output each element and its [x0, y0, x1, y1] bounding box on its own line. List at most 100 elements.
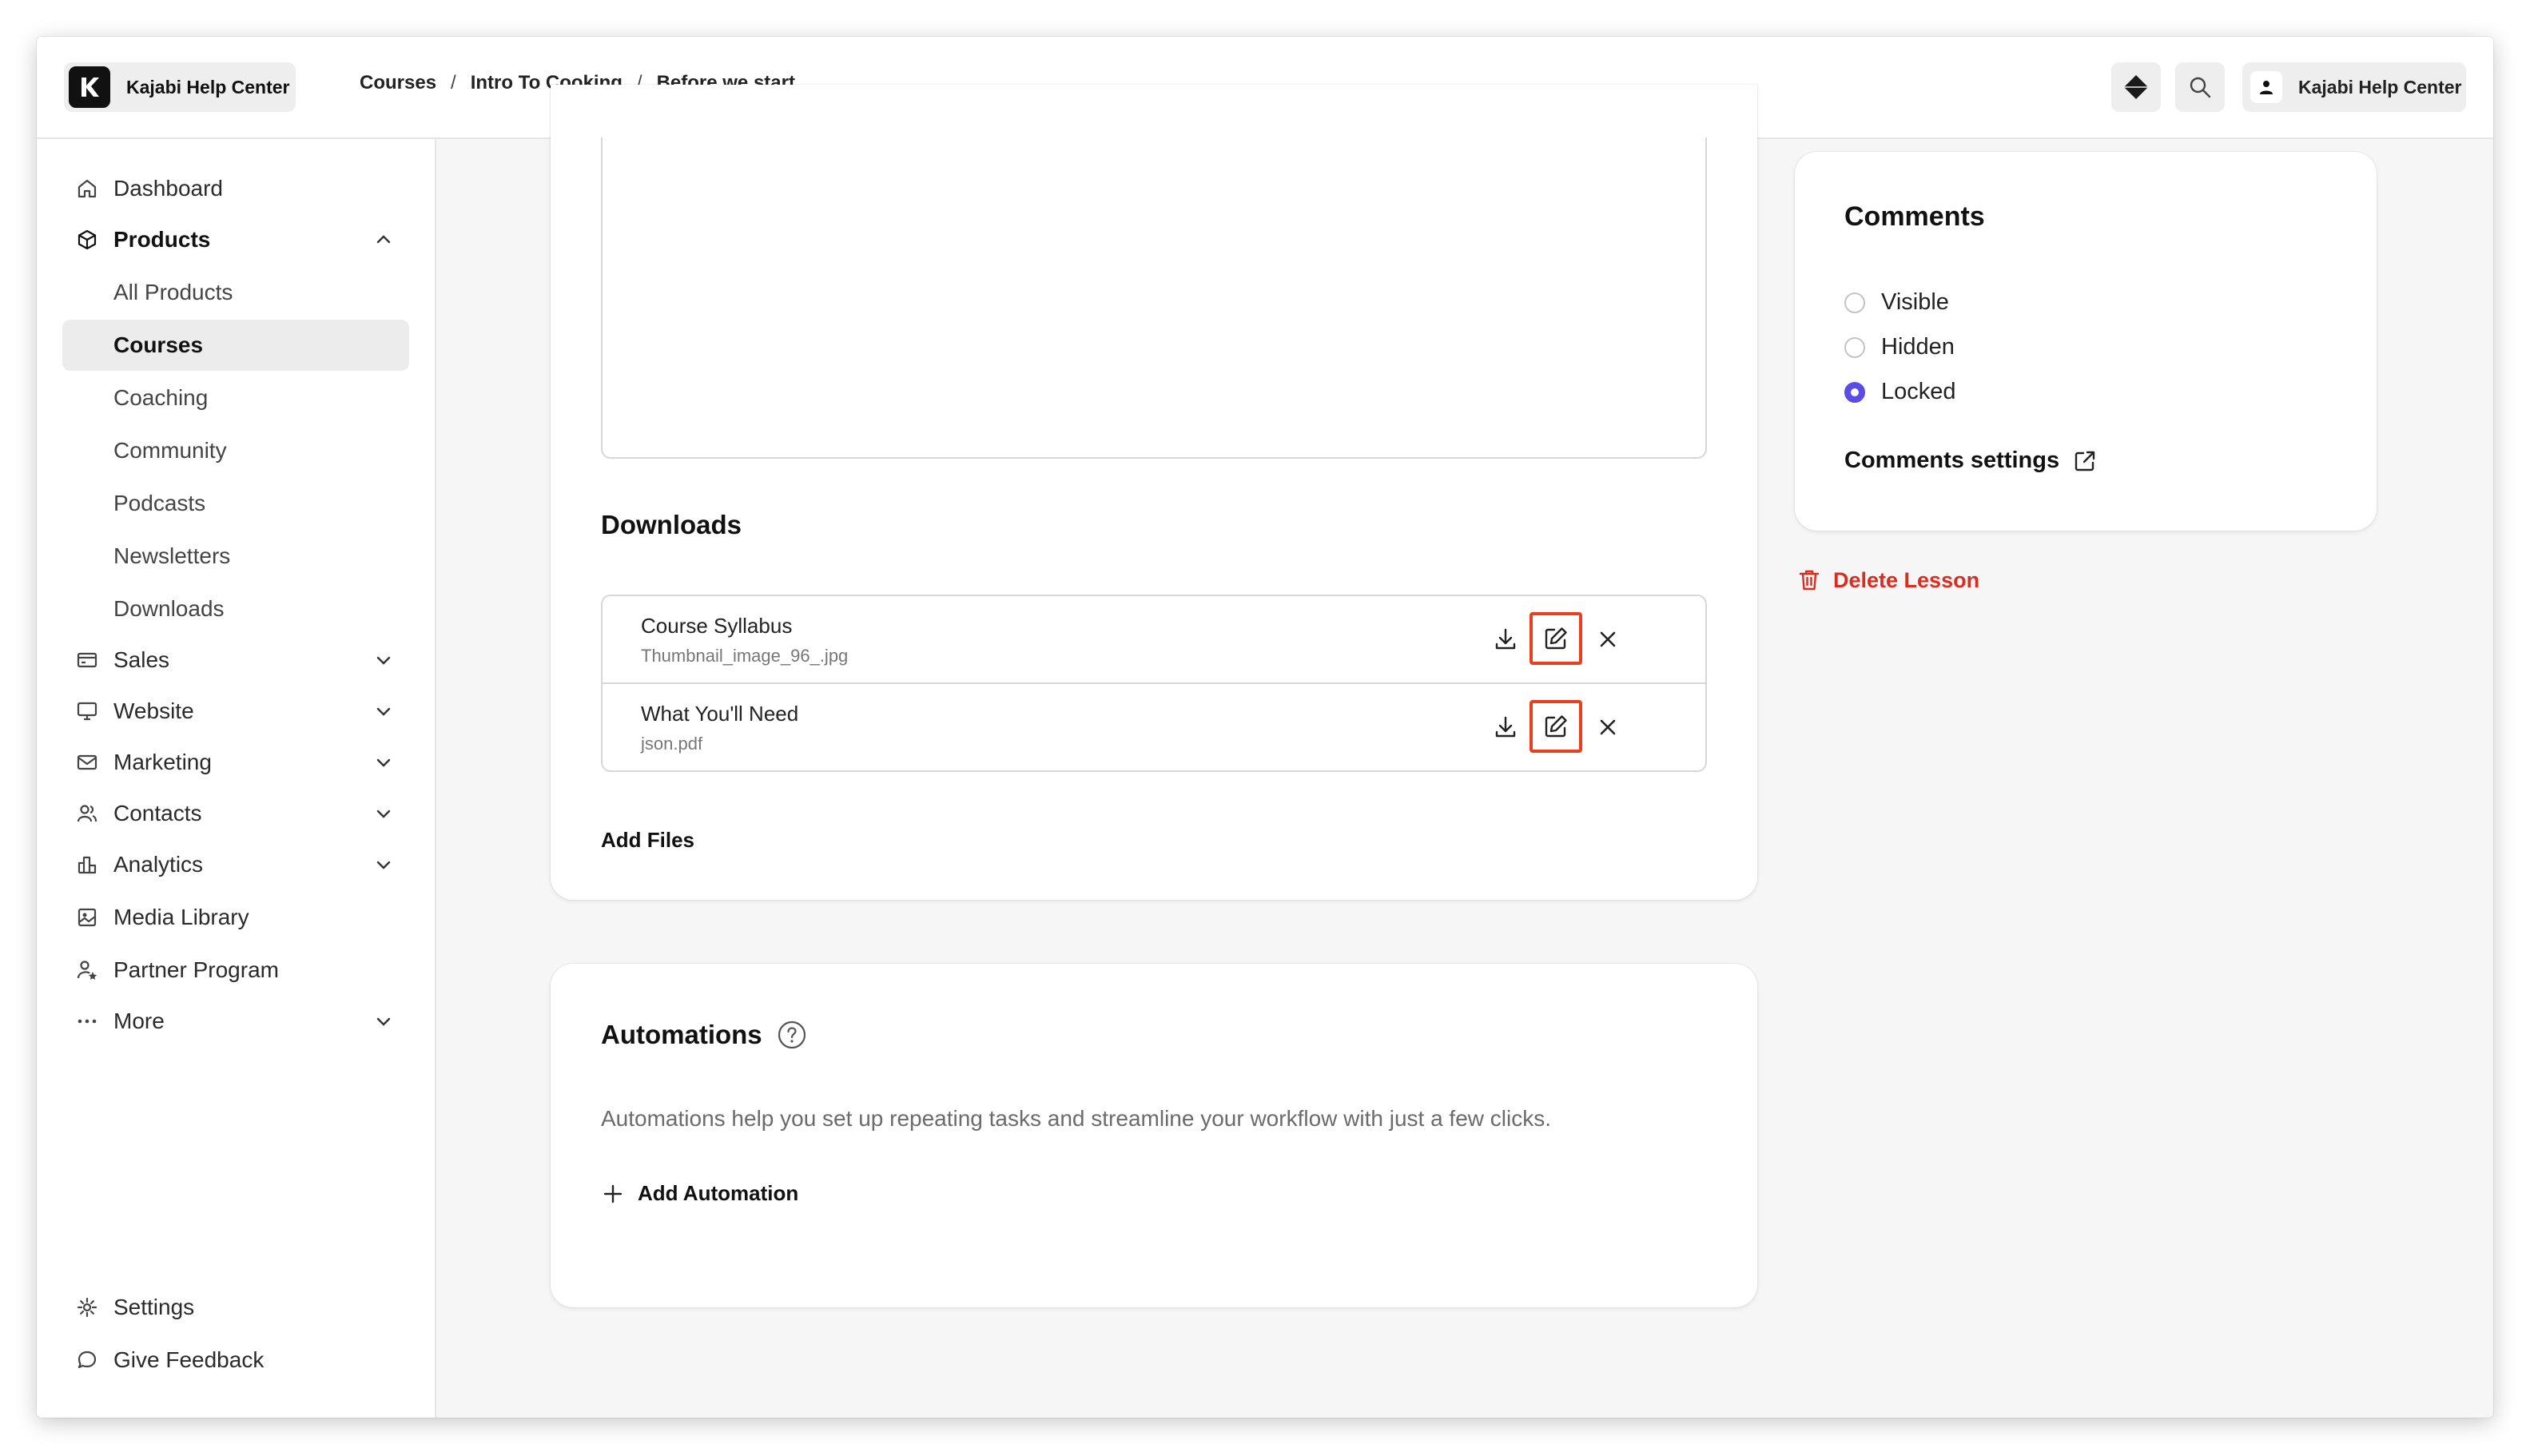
sidebar-sub-newsletters[interactable]: Newsletters [62, 531, 409, 582]
sidebar-item-label: More [113, 1008, 165, 1033]
sidebar-sub-downloads[interactable]: Downloads [62, 583, 409, 635]
sidebar-item-partner-program[interactable]: Partner Program [62, 945, 409, 996]
sidebar-sub-coaching[interactable]: Coaching [62, 372, 409, 424]
account-menu-button[interactable]: Kajabi Help Center [2242, 62, 2466, 112]
sidebar-item-label: Give Feedback [113, 1347, 265, 1372]
download-icon [1495, 628, 1516, 650]
sidebar-item-contacts[interactable]: Contacts [62, 788, 409, 839]
help-circle-icon[interactable] [777, 1020, 807, 1050]
sidebar-item-label: Partner Program [113, 957, 279, 982]
comments-title: Comments [1844, 201, 1985, 232]
remove-download-button[interactable] [1589, 620, 1627, 658]
chevron-down-icon[interactable] [372, 649, 395, 671]
downloads-title: Downloads [601, 510, 742, 539]
download-button[interactable] [1486, 620, 1525, 658]
trash-icon [1799, 570, 1820, 591]
radio-button[interactable] [1844, 292, 1865, 313]
sidebar-item-analytics[interactable]: Analytics [62, 839, 409, 890]
chevron-down-icon[interactable] [372, 1010, 395, 1032]
sidebar-sub-label: Downloads [113, 596, 225, 621]
list-item: What You'll Need json.pdf [603, 682, 1705, 770]
sidebar-item-label: Products [113, 227, 211, 252]
sidebar-item-more[interactable]: More [62, 996, 409, 1047]
comments-settings-link[interactable]: Comments settings [1844, 448, 2098, 474]
diamond-icon [2124, 75, 2148, 99]
edit-download-button[interactable] [1530, 612, 1582, 665]
credit-card-icon [75, 648, 99, 672]
lesson-content-editor[interactable] [601, 137, 1707, 459]
bar-chart-icon [75, 853, 99, 877]
breadcrumb-courses[interactable]: Courses [360, 72, 436, 94]
edit-icon [1545, 715, 1567, 738]
chevron-down-icon[interactable] [372, 751, 395, 774]
comments-option-visible[interactable]: Visible [1844, 289, 1949, 316]
chevron-down-icon[interactable] [372, 853, 395, 876]
sidebar-sub-label: All Products [113, 280, 233, 304]
download-name: Course Syllabus [641, 614, 793, 638]
site-switcher[interactable]: Kajabi Help Center [64, 62, 296, 112]
edit-icon [1545, 627, 1567, 650]
sidebar-item-label: Sales [113, 647, 170, 672]
sidebar-item-dashboard[interactable]: Dashboard [62, 163, 409, 214]
download-icon [1495, 716, 1516, 738]
chevron-down-icon[interactable] [372, 700, 395, 722]
mail-icon [75, 750, 99, 774]
sidebar-item-label: Website [113, 698, 194, 723]
account-name: Kajabi Help Center [2298, 76, 2462, 97]
home-icon [75, 177, 99, 201]
sidebar-item-website[interactable]: Website [62, 686, 409, 737]
radio-label: Locked [1881, 379, 1956, 404]
chevron-down-icon[interactable] [372, 802, 395, 825]
sidebar-item-label: Media Library [113, 905, 249, 929]
plus-icon [603, 1184, 623, 1203]
breadcrumb-separator: / [451, 72, 456, 93]
download-name: What You'll Need [641, 702, 799, 726]
edit-download-button[interactable] [1530, 700, 1582, 753]
comments-settings-label: Comments settings [1844, 448, 2060, 473]
users-icon [75, 802, 99, 825]
avatar [2250, 71, 2282, 103]
search-icon [2190, 77, 2211, 98]
comments-option-locked[interactable]: Locked [1844, 379, 1956, 405]
automations-header: Automations [601, 1020, 807, 1050]
list-item: Course Syllabus Thumbnail_image_96_.jpg [603, 596, 1705, 682]
download-filename: json.pdf [641, 734, 703, 754]
image-icon [75, 905, 99, 929]
sidebar-item-label: Dashboard [113, 176, 223, 201]
sidebar: Dashboard Products All Products Courses … [37, 139, 436, 1418]
automations-title: Automations [601, 1020, 762, 1049]
delete-lesson-label: Delete Lesson [1833, 567, 1980, 592]
sidebar-item-media-library[interactable]: Media Library [62, 892, 409, 943]
app-window: Kajabi Help Center Courses / Intro To Co… [37, 37, 2493, 1418]
user-icon [2260, 81, 2273, 94]
sidebar-sub-podcasts[interactable]: Podcasts [62, 478, 409, 529]
monitor-icon [75, 699, 99, 723]
comments-option-hidden[interactable]: Hidden [1844, 334, 1955, 360]
sidebar-sub-community[interactable]: Community [62, 425, 409, 476]
radio-label: Hidden [1881, 334, 1955, 360]
radio-button[interactable] [1844, 336, 1865, 358]
add-files-button[interactable]: Add Files [601, 828, 694, 853]
download-button[interactable] [1486, 708, 1525, 746]
sidebar-item-marketing[interactable]: Marketing [62, 737, 409, 788]
upgrade-button[interactable] [2111, 62, 2161, 112]
sidebar-item-give-feedback[interactable]: Give Feedback [62, 1335, 409, 1386]
chevron-up-icon[interactable] [372, 229, 395, 251]
radio-button-selected[interactable] [1844, 381, 1865, 403]
sidebar-item-sales[interactable]: Sales [62, 635, 409, 686]
sidebar-sub-courses[interactable]: Courses [62, 320, 409, 371]
sidebar-item-products[interactable]: Products [62, 214, 409, 265]
sidebar-item-label: Analytics [113, 852, 204, 877]
search-button[interactable] [2175, 62, 2225, 112]
external-link-icon [2075, 451, 2095, 471]
sidebar-sub-all-products[interactable]: All Products [62, 267, 409, 318]
delete-lesson-button[interactable]: Delete Lesson [1796, 567, 1979, 593]
sidebar-item-settings[interactable]: Settings [62, 1282, 409, 1333]
sidebar-item-label: Settings [113, 1295, 195, 1319]
add-automation-button[interactable]: Add Automation [601, 1181, 798, 1206]
remove-download-button[interactable] [1589, 708, 1627, 746]
downloads-list: Course Syllabus Thumbnail_image_96_.jpg … [601, 595, 1707, 772]
sidebar-sub-label: Newsletters [113, 543, 231, 568]
automations-description: Automations help you set up repeating ta… [601, 1106, 1552, 1131]
close-icon [1600, 719, 1616, 735]
